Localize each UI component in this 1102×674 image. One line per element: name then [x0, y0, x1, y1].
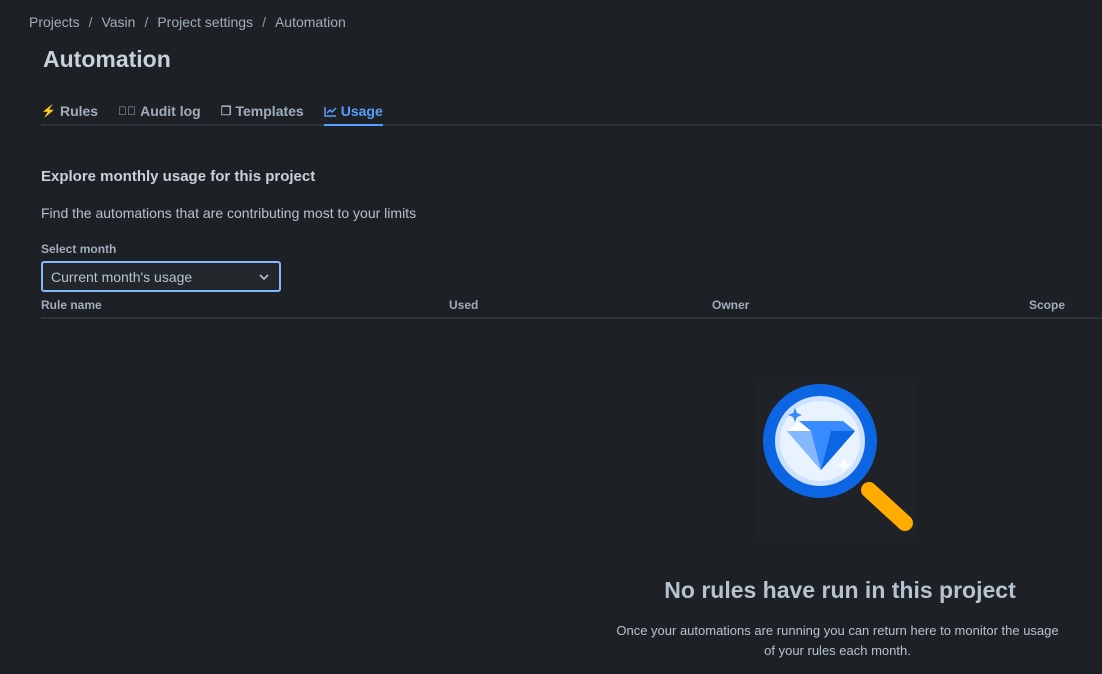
copy-icon: ❐	[220, 104, 232, 118]
table-header-divider	[41, 317, 1102, 319]
empty-state-description: Once your automations are running you ca…	[616, 623, 1059, 658]
chart-line-icon	[323, 106, 337, 117]
magnifier-diamond-illustration	[757, 378, 917, 538]
check-circle-icon: ✓⃝	[118, 104, 137, 118]
page-title: Automation	[43, 46, 171, 72]
select-month-dropdown[interactable]: Current month's usage	[41, 261, 281, 292]
tab-bar: ⚡ Rules ✓⃝ Audit log ❐ Templates Usage	[41, 98, 1102, 126]
breadcrumb-settings[interactable]: Project settings	[157, 14, 253, 30]
tab-templates[interactable]: ❐ Templates	[221, 98, 304, 124]
tab-label: Audit log	[140, 103, 201, 119]
chevron-down-icon	[259, 273, 269, 280]
separator: /	[88, 14, 93, 30]
empty-state-title: No rules have run in this project	[664, 577, 1016, 603]
column-rule-name: Rule name	[41, 298, 102, 312]
column-owner: Owner	[712, 298, 750, 312]
tab-rules[interactable]: ⚡ Rules	[41, 98, 98, 124]
column-scope: Scope	[1029, 298, 1066, 312]
section-heading: Explore monthly usage for this project	[41, 168, 316, 185]
breadcrumb-automation[interactable]: Automation	[275, 14, 346, 30]
select-month-label: Select month	[41, 242, 117, 256]
separator: /	[262, 14, 266, 30]
tab-usage[interactable]: Usage	[323, 98, 383, 126]
section-description: Find the automations that are contributi…	[41, 205, 417, 221]
lightning-icon: ⚡	[41, 104, 56, 118]
breadcrumb-projects[interactable]: Projects	[29, 14, 80, 30]
tab-audit-log[interactable]: ✓⃝ Audit log	[118, 98, 201, 124]
tab-label: Usage	[340, 103, 383, 119]
separator: /	[144, 14, 149, 30]
tab-label: Rules	[59, 103, 99, 119]
selected-value: Current month's usage	[51, 268, 193, 285]
breadcrumb: Projects / Vasin / Project settings / Autom…	[29, 14, 346, 30]
tab-label: Templates	[235, 103, 304, 119]
column-used: Used	[449, 298, 479, 312]
breadcrumb-project[interactable]: Vasin	[101, 14, 135, 30]
